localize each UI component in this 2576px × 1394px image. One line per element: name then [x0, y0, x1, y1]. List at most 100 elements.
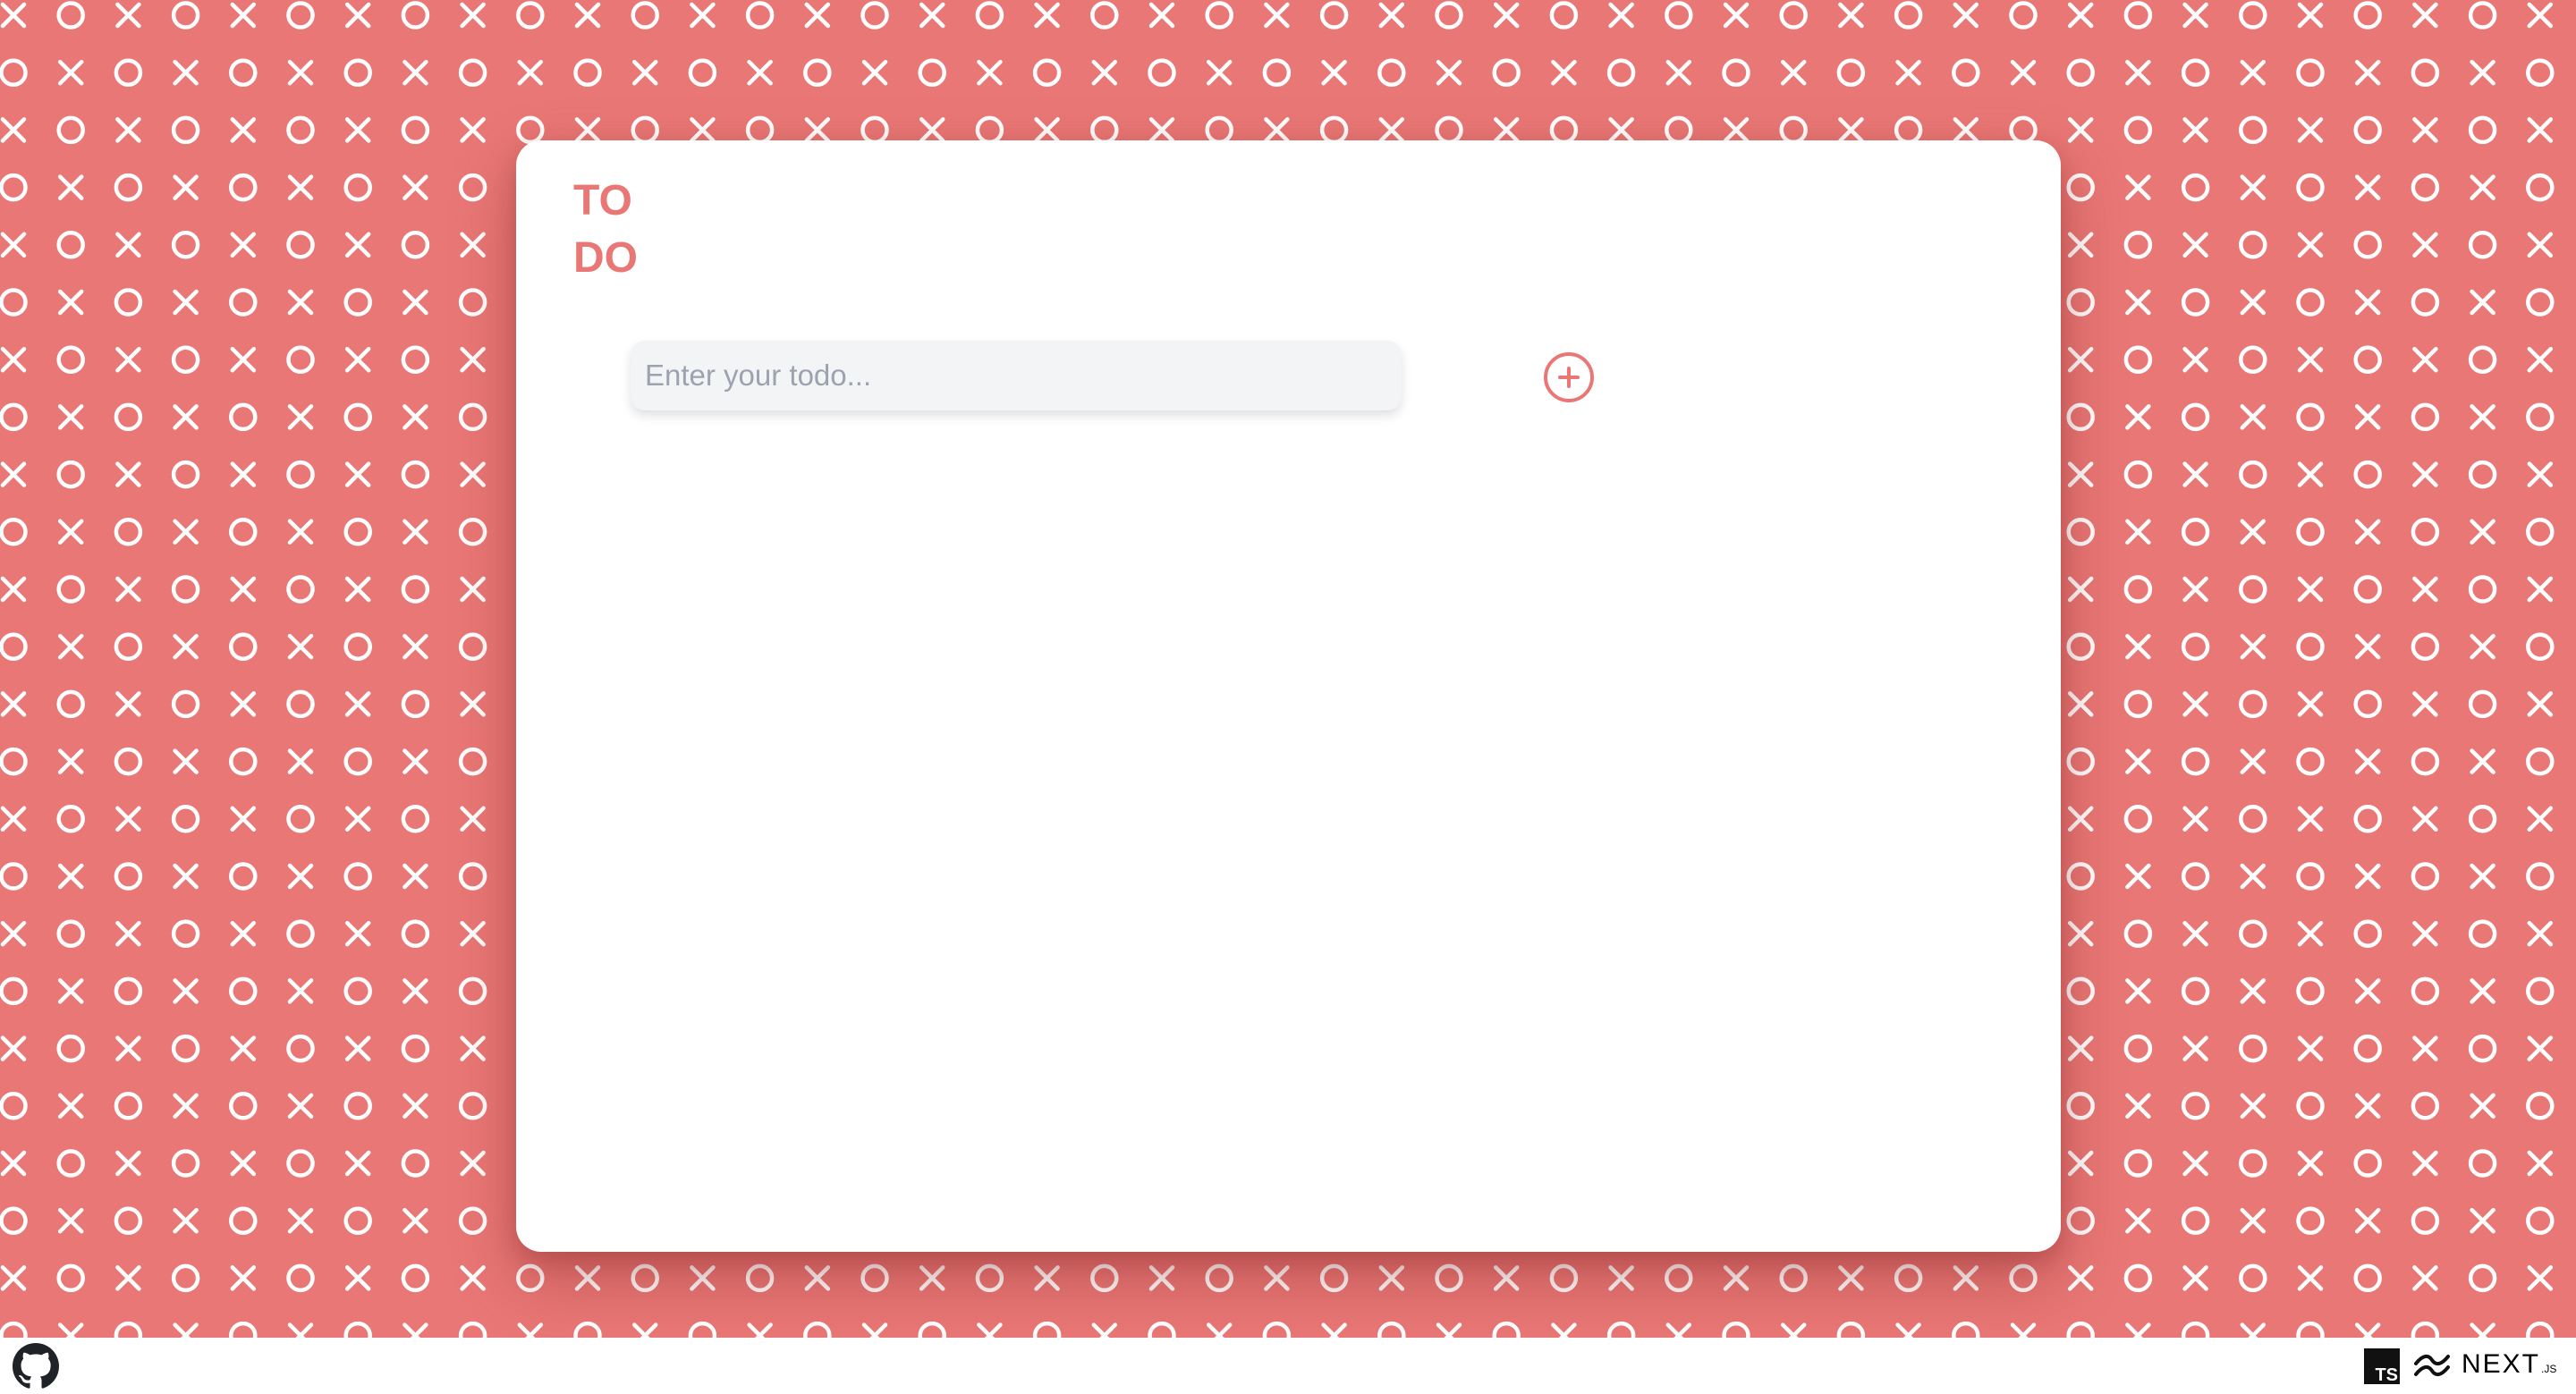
- x-icon: [2297, 691, 2324, 717]
- circle-icon: [343, 1321, 372, 1338]
- circle-icon: [1894, 115, 1923, 145]
- circle-icon: [171, 1034, 200, 1063]
- x-icon: [2067, 461, 2094, 487]
- plus-circle-icon: [1544, 352, 1594, 402]
- x-icon: [57, 748, 84, 774]
- circle-icon: [2296, 1092, 2325, 1120]
- x-icon: [230, 576, 257, 603]
- x-icon: [517, 59, 544, 86]
- circle-icon: [745, 1263, 775, 1293]
- circle-icon: [2066, 1206, 2095, 1235]
- circle-icon: [56, 575, 85, 604]
- x-icon: [2240, 1093, 2267, 1119]
- circle-icon: [2123, 345, 2153, 374]
- x-icon: [2182, 1150, 2208, 1177]
- x-icon: [1838, 2, 1864, 29]
- nextjs-logo: NEXT .JS: [2462, 1347, 2556, 1382]
- x-icon: [2067, 576, 2094, 603]
- x-icon: [460, 461, 486, 487]
- x-icon: [2297, 806, 2324, 832]
- circle-icon: [2468, 575, 2497, 604]
- x-icon: [460, 1150, 486, 1177]
- circle-icon: [2123, 115, 2153, 145]
- nextjs-logo-text: NEXT: [2462, 1349, 2541, 1379]
- circle-icon: [2296, 288, 2325, 317]
- x-icon: [2354, 978, 2381, 1004]
- todo-input[interactable]: [631, 341, 1402, 410]
- x-icon: [1264, 117, 1290, 143]
- circle-icon: [56, 1149, 85, 1178]
- x-icon: [287, 1093, 314, 1119]
- circle-icon: [458, 632, 487, 661]
- add-todo-button[interactable]: [1543, 351, 1595, 403]
- x-icon: [402, 59, 428, 86]
- circle-icon: [1492, 1321, 1521, 1338]
- x-icon: [1953, 1265, 1979, 1291]
- x-icon: [344, 1265, 371, 1291]
- circle-icon: [1205, 1, 1233, 30]
- x-icon: [1723, 2, 1750, 29]
- x-icon: [230, 346, 257, 373]
- circle-icon: [1262, 1321, 1292, 1338]
- x-icon: [2527, 346, 2554, 373]
- circle-icon: [0, 173, 28, 202]
- circle-icon: [0, 288, 28, 317]
- circle-icon: [229, 747, 258, 776]
- circle-icon: [631, 1263, 659, 1293]
- x-icon: [0, 806, 27, 832]
- circle-icon: [975, 1, 1004, 30]
- x-icon: [57, 1207, 84, 1234]
- x-icon: [1321, 59, 1347, 86]
- x-icon: [2412, 1265, 2438, 1291]
- circle-icon: [401, 1149, 430, 1178]
- circle-icon: [114, 1321, 143, 1338]
- x-icon: [173, 863, 199, 890]
- circle-icon: [56, 345, 85, 374]
- circle-icon: [1435, 1263, 1463, 1293]
- circle-icon: [171, 345, 200, 374]
- x-icon: [2125, 1207, 2151, 1234]
- circle-icon: [56, 1263, 85, 1293]
- circle-icon: [631, 1, 659, 30]
- x-icon: [2527, 806, 2554, 832]
- circle-icon: [343, 632, 372, 661]
- circle-icon: [343, 173, 372, 202]
- circle-icon: [688, 1321, 717, 1338]
- circle-icon: [1319, 1, 1349, 30]
- x-icon: [574, 117, 601, 143]
- x-icon: [230, 1035, 257, 1061]
- circle-icon: [0, 518, 28, 546]
- x-icon: [344, 1150, 371, 1177]
- x-icon: [1493, 2, 1520, 29]
- x-icon: [402, 289, 428, 316]
- circle-icon: [975, 115, 1004, 145]
- circle-icon: [2066, 632, 2095, 661]
- github-link[interactable]: [13, 1343, 59, 1390]
- circle-icon: [2468, 1149, 2497, 1178]
- x-icon: [2527, 232, 2554, 258]
- circle-icon: [2526, 632, 2555, 661]
- x-icon: [115, 920, 141, 947]
- typescript-badge-text: TS: [2375, 1365, 2398, 1384]
- x-icon: [2240, 978, 2267, 1004]
- circle-icon: [2123, 1, 2153, 30]
- circle-icon: [745, 1, 775, 30]
- circle-icon: [1952, 1321, 1980, 1338]
- x-icon: [2470, 978, 2496, 1004]
- x-icon: [287, 1207, 314, 1234]
- x-icon: [230, 1265, 257, 1291]
- circle-icon: [2526, 1206, 2555, 1235]
- circle-icon: [458, 1206, 487, 1235]
- circle-icon: [1836, 58, 1866, 87]
- circle-icon: [2468, 919, 2497, 948]
- x-icon: [2354, 1093, 2381, 1119]
- circle-icon: [1894, 1, 1923, 30]
- x-icon: [2470, 289, 2496, 316]
- circle-icon: [171, 231, 200, 259]
- circle-icon: [229, 288, 258, 317]
- x-icon: [2412, 2, 2438, 29]
- circle-icon: [56, 1034, 85, 1063]
- x-icon: [460, 576, 486, 603]
- circle-icon: [2181, 862, 2210, 891]
- x-icon: [1091, 1322, 1118, 1338]
